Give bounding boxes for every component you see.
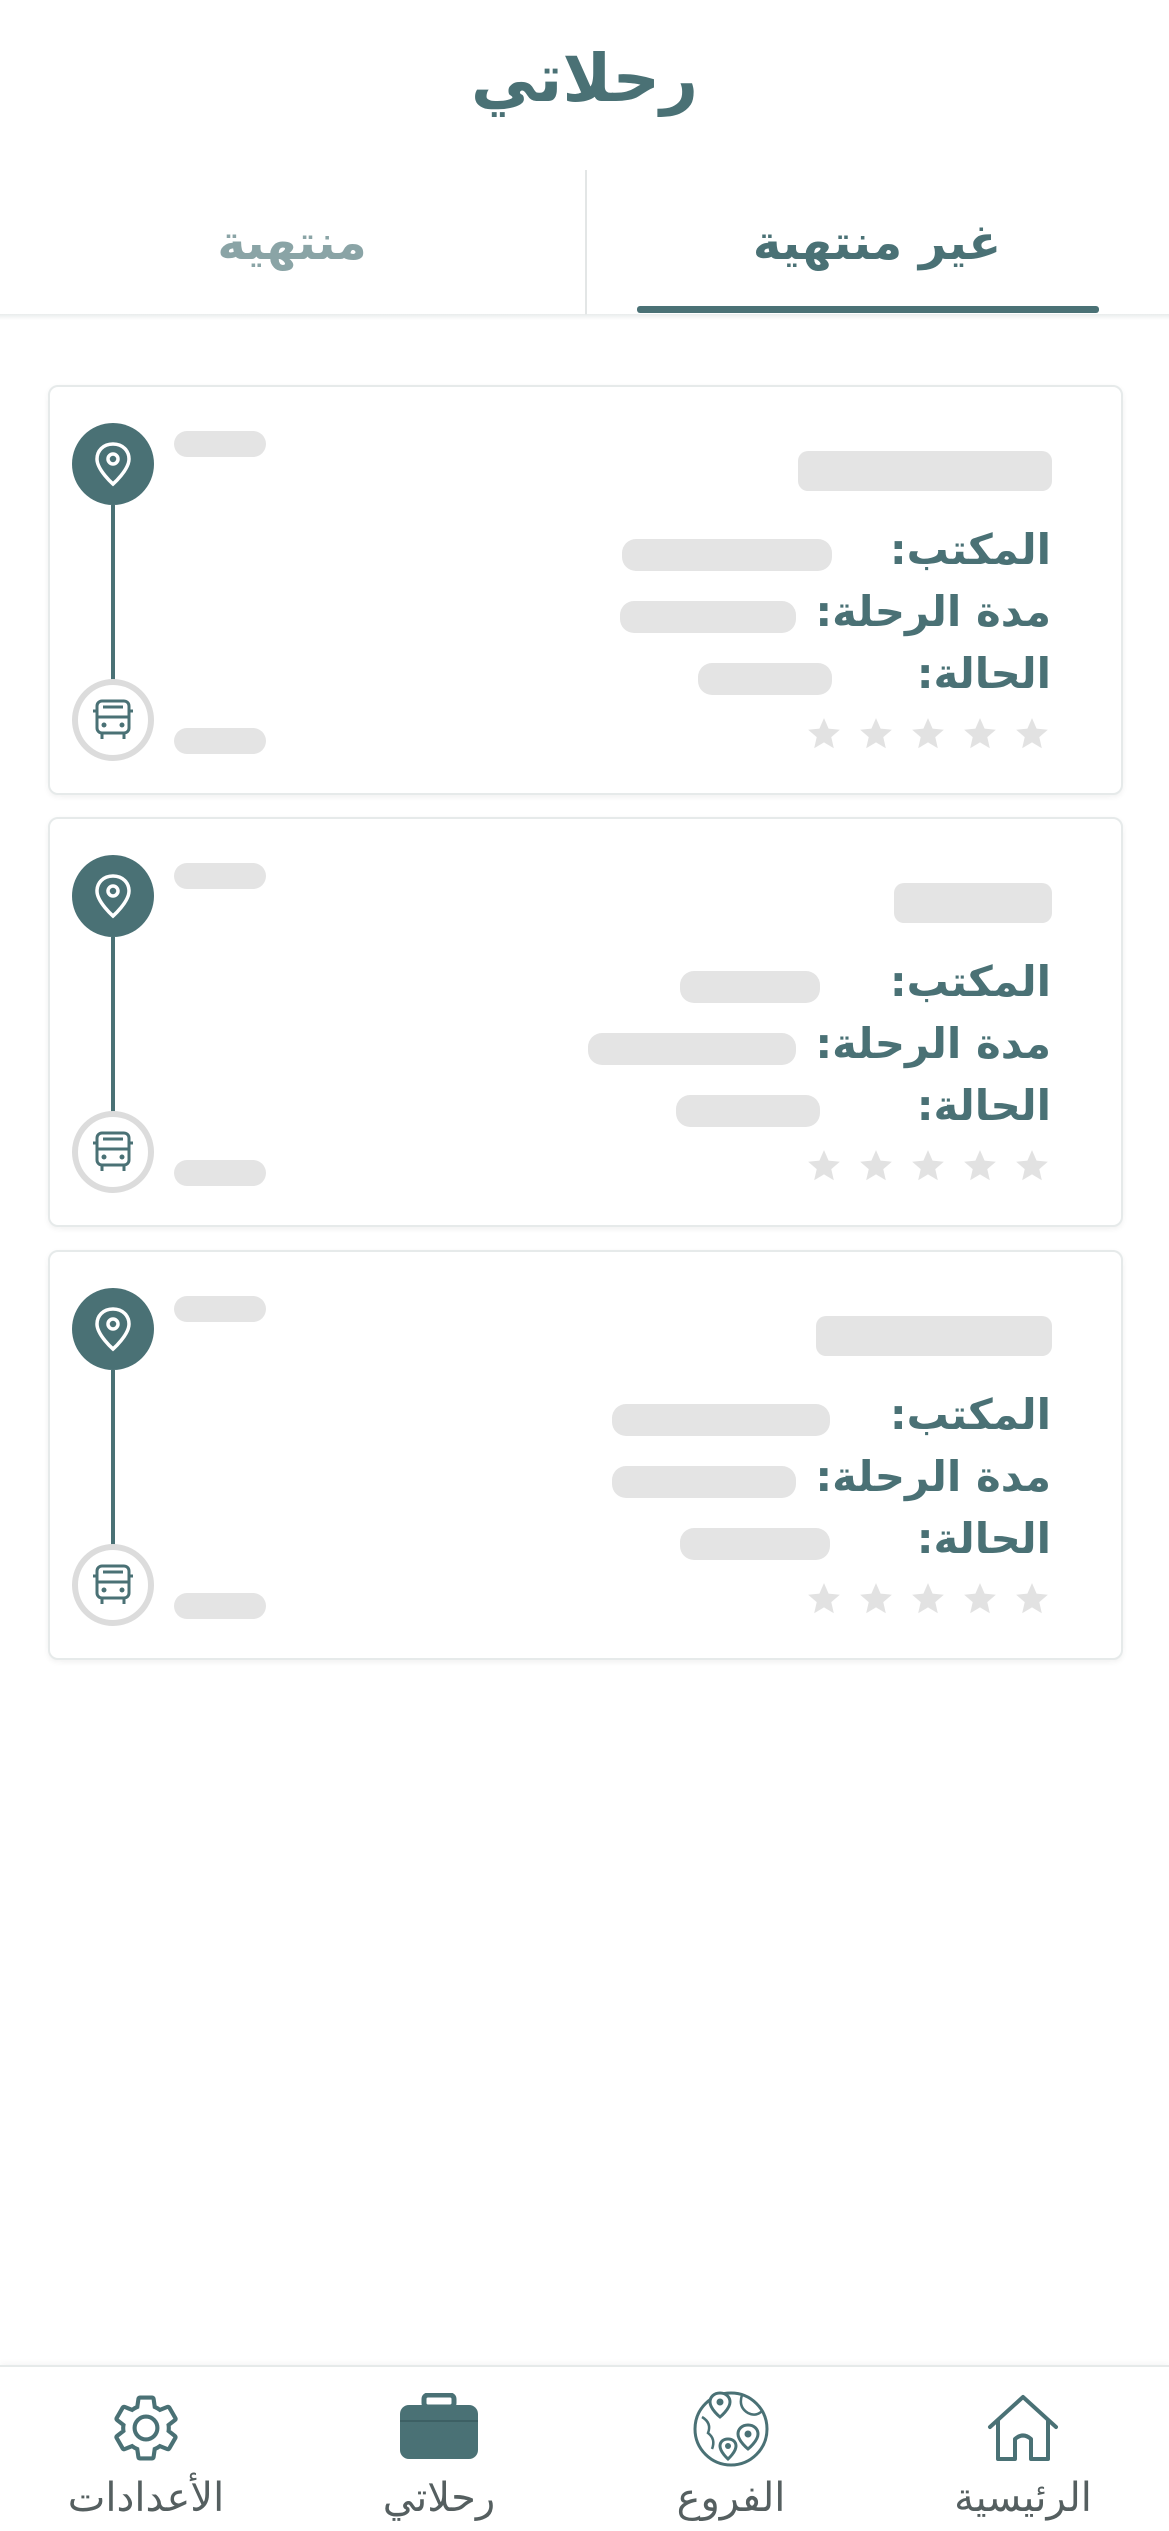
status-value-skeleton	[676, 1095, 820, 1127]
office-label: المكتب:	[889, 957, 1051, 1006]
star-icon	[912, 1583, 944, 1614]
bus-icon	[72, 679, 154, 761]
duration-label: مدة الرحلة:	[815, 1452, 1051, 1501]
origin-skeleton	[174, 431, 266, 457]
star-icon	[964, 1150, 996, 1181]
star-icon	[912, 1150, 944, 1181]
office-value-skeleton	[612, 1404, 830, 1436]
tab-unfinished[interactable]: غير منتهية	[585, 170, 1169, 315]
star-icon	[860, 1583, 892, 1614]
trip-title-skeleton	[798, 451, 1052, 491]
origin-skeleton	[174, 1296, 266, 1322]
location-pin-icon	[72, 855, 154, 937]
star-icon	[808, 1583, 840, 1614]
tab-divider	[585, 170, 587, 315]
star-icon	[808, 1150, 840, 1181]
my-trips-screen: رحلاتي غير منتهية منتهية المكتب: مدة الر…	[0, 0, 1169, 2531]
star-icon	[860, 1150, 892, 1181]
star-icon	[1016, 1150, 1048, 1181]
globe-pins-icon	[690, 2385, 772, 2471]
destination-skeleton	[174, 728, 266, 754]
trip-status-tabs: غير منتهية منتهية	[0, 170, 1169, 315]
office-value-skeleton	[622, 539, 832, 571]
nav-label-settings: الأعدادات	[67, 2475, 225, 2521]
nav-item-settings[interactable]: الأعدادات	[0, 2367, 292, 2531]
destination-skeleton	[174, 1160, 266, 1186]
office-value-skeleton	[680, 971, 820, 1003]
bottom-navigation: الرئيسية الفروع رحلاتي الأعدادات	[0, 2365, 1169, 2531]
duration-value-skeleton	[588, 1033, 796, 1065]
star-icon	[860, 718, 892, 749]
tabs-shadow	[0, 314, 1169, 320]
trip-title-skeleton	[816, 1316, 1052, 1356]
status-label: الحالة:	[916, 1514, 1051, 1563]
app-header: رحلاتي	[0, 0, 1169, 170]
status-label: الحالة:	[916, 649, 1051, 698]
location-pin-icon	[72, 1288, 154, 1370]
duration-label: مدة الرحلة:	[815, 1019, 1051, 1068]
trip-card[interactable]: المكتب: مدة الرحلة: الحالة:	[48, 817, 1123, 1227]
star-icon	[912, 718, 944, 749]
nav-item-branches[interactable]: الفروع	[585, 2367, 877, 2531]
status-value-skeleton	[680, 1528, 830, 1560]
office-label: المكتب:	[889, 1390, 1051, 1439]
rating-stars	[805, 1580, 1051, 1618]
nav-label-home: الرئيسية	[954, 2475, 1092, 2521]
route-timeline	[111, 1370, 115, 1550]
bus-icon	[72, 1544, 154, 1626]
gear-icon	[108, 2385, 184, 2471]
star-icon	[1016, 718, 1048, 749]
trip-card[interactable]: المكتب: مدة الرحلة: الحالة:	[48, 385, 1123, 795]
duration-value-skeleton	[620, 601, 796, 633]
active-tab-indicator	[637, 306, 1099, 313]
tab-finished[interactable]: منتهية	[0, 170, 584, 315]
route-timeline	[111, 505, 115, 685]
location-pin-icon	[72, 423, 154, 505]
nav-item-trips[interactable]: رحلاتي	[293, 2367, 585, 2531]
trip-card[interactable]: المكتب: مدة الرحلة: الحالة:	[48, 1250, 1123, 1660]
destination-skeleton	[174, 1593, 266, 1619]
page-title: رحلاتي	[470, 40, 699, 117]
suitcase-icon	[396, 2385, 482, 2471]
status-value-skeleton	[698, 663, 832, 695]
route-timeline	[111, 937, 115, 1117]
home-icon	[982, 2385, 1064, 2471]
duration-label: مدة الرحلة:	[815, 587, 1051, 636]
trip-title-skeleton	[894, 883, 1052, 923]
duration-value-skeleton	[612, 1466, 796, 1498]
status-label: الحالة:	[916, 1081, 1051, 1130]
nav-item-home[interactable]: الرئيسية	[877, 2367, 1169, 2531]
star-icon	[964, 1583, 996, 1614]
rating-stars	[805, 715, 1051, 753]
rating-stars	[805, 1147, 1051, 1185]
star-icon	[1016, 1583, 1048, 1614]
bus-icon	[72, 1111, 154, 1193]
nav-label-branches: الفروع	[676, 2475, 786, 2521]
star-icon	[808, 718, 840, 749]
office-label: المكتب:	[889, 525, 1051, 574]
origin-skeleton	[174, 863, 266, 889]
star-icon	[964, 718, 996, 749]
nav-label-trips: رحلاتي	[382, 2475, 496, 2521]
